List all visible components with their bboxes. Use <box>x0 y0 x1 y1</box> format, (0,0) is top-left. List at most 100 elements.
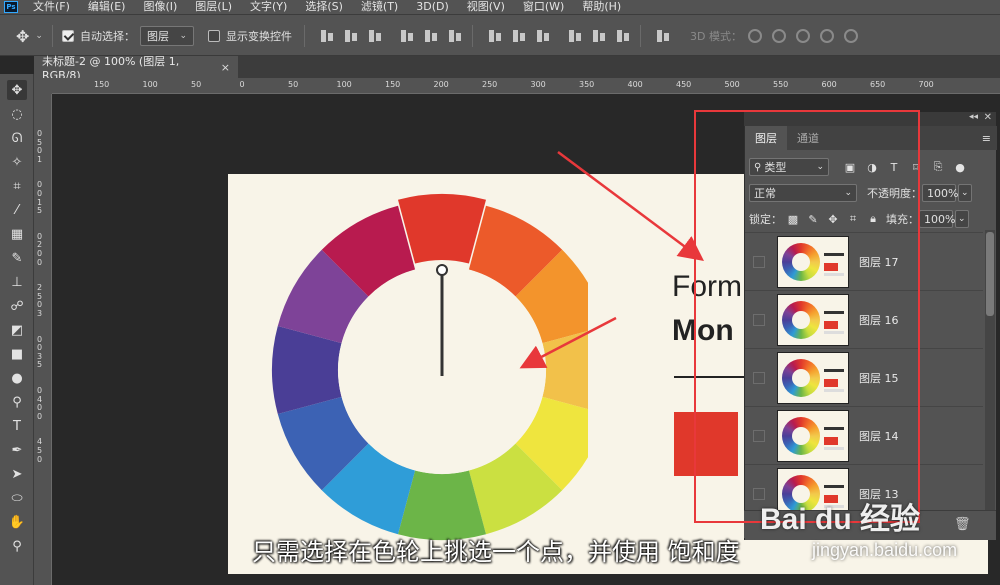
tab-channels[interactable]: 通道 <box>787 126 829 150</box>
shape-tool-icon[interactable]: ⬭ <box>7 488 27 508</box>
magic-wand-tool-icon[interactable]: ✧ <box>7 152 27 172</box>
distribute-bottom-icon[interactable] <box>536 28 550 44</box>
type-tool-icon[interactable]: T <box>7 416 27 436</box>
layer-row[interactable]: 图层 14 <box>745 406 983 464</box>
3d-scale-icon[interactable] <box>844 29 858 43</box>
eraser-tool-icon[interactable]: ◩ <box>7 320 27 340</box>
brush-tool-icon[interactable]: ✎ <box>7 248 27 268</box>
ruler-tick-label: 0 <box>37 343 43 353</box>
layers-scrollbar[interactable] <box>985 230 995 530</box>
filter-pixel-icon[interactable]: ▣ <box>843 160 857 174</box>
layer-row[interactable]: 图层 17 <box>745 232 983 290</box>
3d-pan-icon[interactable] <box>796 29 810 43</box>
document-tab[interactable]: 未标题-2 @ 100% (图层 1, RGB/8) × <box>34 55 238 82</box>
hand-tool-icon[interactable]: ✋ <box>7 512 27 532</box>
menu-type[interactable]: 文字(Y) <box>241 0 296 14</box>
ruler-horizontal: 150 100 50 0 50 100 150 200 250 300 350 400 450 500 55… <box>52 78 1000 94</box>
opacity-dropdown[interactable]: ⌄ <box>958 184 972 202</box>
visibility-toggle[interactable] <box>753 313 765 326</box>
distribute-vcenter-icon[interactable] <box>512 28 526 44</box>
pen-tool-icon[interactable]: ✒ <box>7 440 27 460</box>
fill-input[interactable]: 100% <box>919 210 955 228</box>
menu-select[interactable]: 选择(S) <box>296 0 352 14</box>
lasso-tool-icon[interactable]: ᘏ <box>7 128 27 148</box>
auto-select-checkbox[interactable] <box>62 30 74 42</box>
align-hcenter-icon[interactable] <box>424 28 438 44</box>
menu-edit[interactable]: 编辑(E) <box>79 0 135 14</box>
menu-file[interactable]: 文件(F) <box>24 0 79 14</box>
align-vcenter-icon[interactable] <box>344 28 358 44</box>
ruler-tick-label: 200 <box>433 80 449 89</box>
close-icon[interactable]: × <box>221 61 230 74</box>
tab-layers[interactable]: 图层 <box>745 126 787 150</box>
fill-dropdown[interactable]: ⌄ <box>955 210 969 228</box>
auto-select-dropdown[interactable]: 图层 ⌄ <box>140 26 194 46</box>
history-brush-tool-icon[interactable]: ☍ <box>7 296 27 316</box>
blend-mode-dropdown[interactable]: 正常 ⌄ <box>749 184 857 202</box>
panel-header-strip: ◂◂ ✕ <box>744 112 996 126</box>
distribute-hcenter-icon[interactable] <box>592 28 606 44</box>
visibility-toggle[interactable] <box>753 255 765 268</box>
menu-help[interactable]: 帮助(H) <box>573 0 630 14</box>
scrollbar-thumb[interactable] <box>986 232 994 316</box>
layer-row[interactable]: 图层 15 <box>745 348 983 406</box>
lock-image-icon[interactable]: ✎ <box>806 212 820 226</box>
visibility-toggle[interactable] <box>753 429 765 442</box>
layer-filter-dropdown[interactable]: ⚲ 类型 ⌄ <box>749 158 829 176</box>
align-bottom-icon[interactable] <box>368 28 382 44</box>
3d-slide-icon[interactable] <box>820 29 834 43</box>
show-transform-checkbox[interactable] <box>208 30 220 42</box>
close-icon[interactable]: ✕ <box>984 112 992 123</box>
healing-brush-tool-icon[interactable]: ▦ <box>7 224 27 244</box>
lock-position-icon[interactable]: ✥ <box>826 212 840 226</box>
align-left-icon[interactable] <box>400 28 414 44</box>
dodge-tool-icon[interactable]: ⚲ <box>7 392 27 412</box>
zoom-tool-icon[interactable]: ⚲ <box>7 536 27 556</box>
distribute-left-icon[interactable] <box>568 28 582 44</box>
lock-artboard-icon[interactable]: ⌗ <box>846 212 860 226</box>
align-top-icon[interactable] <box>320 28 334 44</box>
filter-toggle-icon[interactable]: ● <box>953 160 967 174</box>
lock-transparent-icon[interactable]: ▩ <box>786 212 800 226</box>
crop-tool-icon[interactable]: ⌗ <box>7 176 27 196</box>
menu-view[interactable]: 视图(V) <box>458 0 514 14</box>
3d-orbit-icon[interactable] <box>748 29 762 43</box>
eyedropper-tool-icon[interactable]: ⁄ <box>7 200 27 220</box>
distribute-top-icon[interactable] <box>488 28 502 44</box>
collapse-icon[interactable]: ◂◂ <box>969 112 978 122</box>
menu-window[interactable]: 窗口(W) <box>514 0 573 14</box>
menu-filter[interactable]: 滤镜(T) <box>352 0 407 14</box>
filter-smart-object-icon[interactable]: ⎘ <box>931 160 945 174</box>
panel-menu-icon[interactable]: ≡ <box>982 132 991 145</box>
menu-layer[interactable]: 图层(L) <box>186 0 241 14</box>
move-tool-icon[interactable]: ✥ <box>7 80 27 100</box>
path-selection-tool-icon[interactable]: ➤ <box>7 464 27 484</box>
layer-name[interactable]: 图层 14 <box>859 428 899 444</box>
auto-align-icon[interactable] <box>656 28 670 44</box>
distribute-right-icon[interactable] <box>616 28 630 44</box>
opacity-input[interactable]: 100% <box>922 184 958 202</box>
layer-row[interactable]: 图层 16 <box>745 290 983 348</box>
layer-name[interactable]: 图层 17 <box>859 254 899 270</box>
menu-image[interactable]: 图像(I) <box>134 0 186 14</box>
wheel-pointer-handle[interactable] <box>436 264 448 276</box>
move-icon: ✥ <box>16 26 30 46</box>
marquee-tool-icon[interactable]: ◌ <box>7 104 27 124</box>
filter-type-icon[interactable]: T <box>887 160 901 174</box>
menu-3d[interactable]: 3D(D) <box>407 0 458 14</box>
filter-adjustment-icon[interactable]: ◑ <box>865 160 879 174</box>
layer-name[interactable]: 图层 16 <box>859 312 899 328</box>
layer-name[interactable]: 图层 15 <box>859 370 899 386</box>
trash-icon[interactable]: 🗑︎ <box>954 517 971 532</box>
visibility-toggle[interactable] <box>753 371 765 384</box>
color-wheel <box>272 194 588 540</box>
align-right-icon[interactable] <box>448 28 462 44</box>
fill-label: 填充： <box>886 213 919 226</box>
filter-shape-icon[interactable]: ⌑ <box>909 160 923 174</box>
move-tool-preset[interactable]: ✥ ⌄ <box>16 15 43 57</box>
blur-tool-icon[interactable]: ● <box>7 368 27 388</box>
gradient-tool-icon[interactable]: ■ <box>7 344 27 364</box>
clone-stamp-tool-icon[interactable]: ⊥ <box>7 272 27 292</box>
lock-all-icon[interactable]: 🔒︎ <box>866 212 880 226</box>
3d-roll-icon[interactable] <box>772 29 786 43</box>
